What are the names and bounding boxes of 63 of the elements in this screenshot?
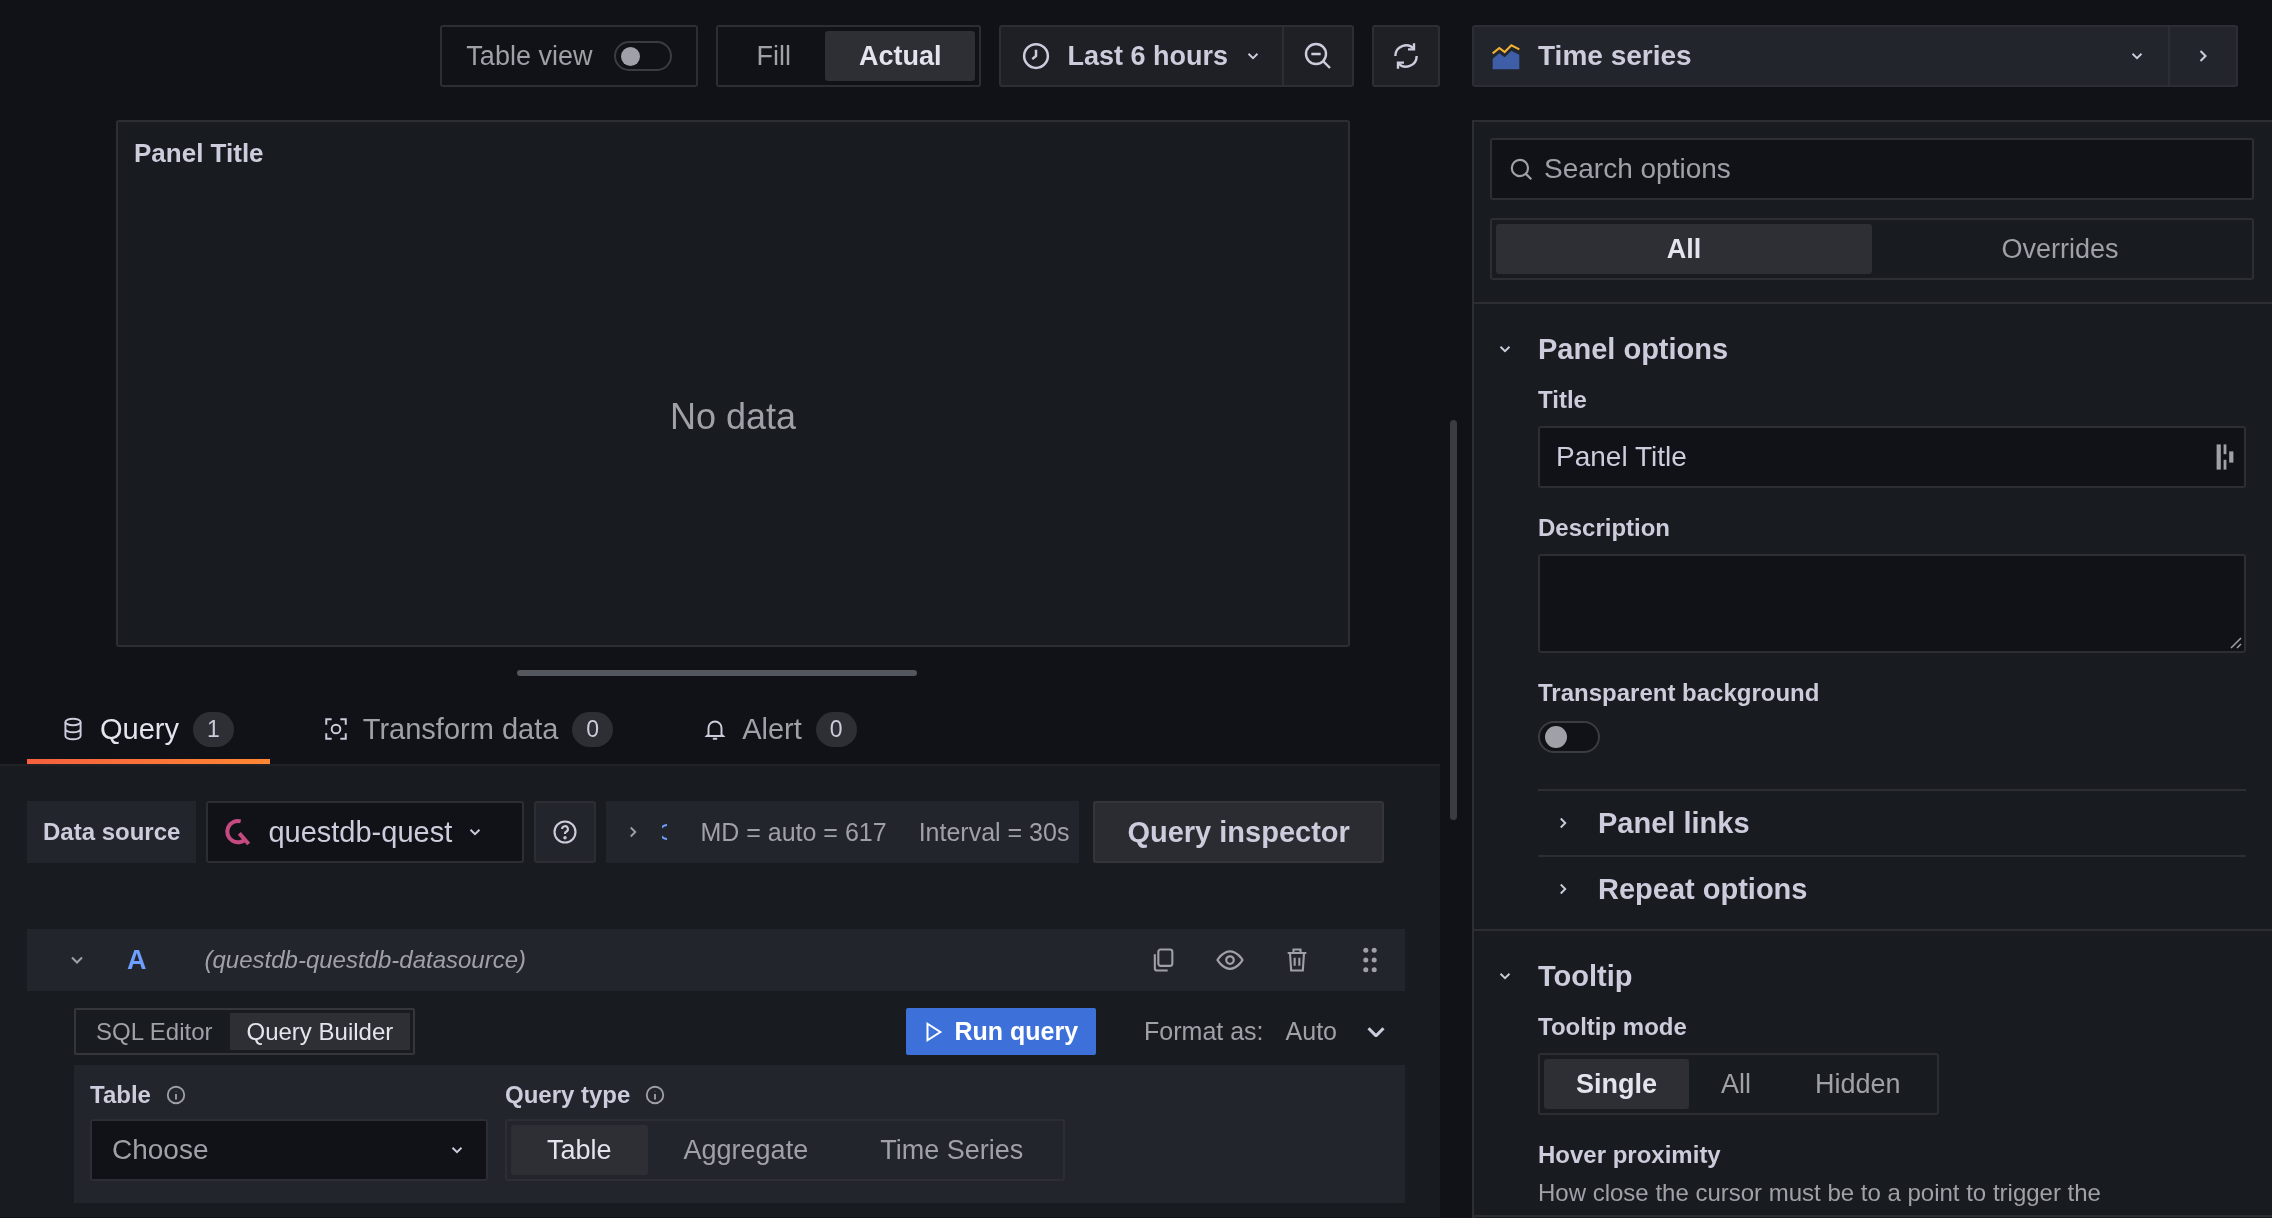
count-badge: 1 [193, 711, 234, 747]
section-header[interactable]: Tooltip [1474, 931, 1633, 995]
toggle-switch[interactable] [1538, 721, 1600, 753]
query-type-label: Query type [505, 1081, 631, 1109]
info-icon[interactable] [644, 1084, 667, 1106]
query-options-bar[interactable]: MD = auto = 617 Interval = 30s [606, 801, 1080, 863]
table-view-toggle[interactable] [614, 41, 673, 71]
data-source-label: Data source [27, 801, 197, 863]
table-view-label: Table view [466, 40, 593, 72]
datasource-name: (questdb-questdb-datasource) [204, 946, 527, 974]
count-badge: 0 [815, 711, 857, 747]
search-icon [1508, 156, 1534, 182]
query-type-option[interactable]: Aggregate [647, 1125, 845, 1175]
field-label: Transparent background [1538, 679, 1821, 707]
data-source-select[interactable]: questdb-quest [206, 801, 525, 863]
fit-mode-button[interactable]: Fill [722, 31, 825, 81]
subsection-header[interactable]: Repeat options [1538, 855, 2246, 921]
field-label: Hover proximity [1538, 1141, 1722, 1169]
options-tab[interactable]: All [1496, 224, 1872, 274]
variable-icon[interactable] [2216, 443, 2234, 471]
field-description: How close the cursor must be to a point to trigger the [1538, 1179, 2102, 1207]
transform-icon [322, 716, 349, 742]
clock-icon [1021, 41, 1052, 71]
info-icon[interactable] [164, 1084, 187, 1106]
query-inspector-button[interactable]: Query inspector [1093, 801, 1384, 863]
radio-option[interactable]: All [1689, 1059, 1784, 1109]
radio-option[interactable]: Hidden [1783, 1059, 1933, 1109]
radio-option[interactable]: Single [1544, 1059, 1689, 1109]
drag-handle-icon[interactable] [1361, 946, 1379, 974]
search-field[interactable]: Search options [1490, 138, 2254, 200]
run-query-button[interactable]: Run query [906, 1008, 1097, 1055]
format-label: Format as: [1144, 1017, 1264, 1046]
count-badge: 0 [572, 711, 614, 747]
table-label: Table [90, 1081, 151, 1109]
editor-mode-button[interactable]: SQL Editor [79, 1013, 230, 1050]
resize-handle[interactable] [517, 670, 917, 676]
editor-mode-button[interactable]: Query Builder [229, 1013, 411, 1050]
arc-icon [662, 824, 669, 840]
refresh-button[interactable] [1372, 25, 1440, 87]
query-option-text: Interval = 30s [918, 817, 1070, 847]
chevron-down-icon [1367, 1026, 1385, 1037]
field-label: Tooltip mode [1538, 1013, 1688, 1041]
editor-tab[interactable]: Transform data 0 [289, 699, 650, 764]
resize-grip-icon[interactable] [2228, 635, 2242, 649]
title-input[interactable]: Panel Title [1538, 426, 2246, 488]
field-label: Description [1538, 514, 1672, 542]
options-tab[interactable]: Overrides [1872, 224, 2248, 274]
scrollbar[interactable] [1450, 420, 1457, 820]
subsection-header[interactable]: Panel links [1538, 789, 2246, 855]
query-ref-label: A [127, 944, 147, 976]
query-type-option[interactable]: Time Series [844, 1125, 1060, 1175]
section-header[interactable]: Panel options [1474, 304, 1729, 368]
description-input[interactable] [1538, 554, 2246, 653]
help-button[interactable] [534, 801, 597, 863]
table-select[interactable]: Choose [90, 1119, 488, 1181]
no-data-message: No data [668, 395, 798, 439]
field-label: Title [1538, 386, 1588, 414]
query-option-text: MD = auto = 617 [700, 817, 887, 847]
editor-tab[interactable]: Alert 0 [669, 699, 893, 764]
panel-title: Panel Title [133, 137, 265, 169]
query-type-option[interactable]: Table [511, 1125, 648, 1175]
fit-mode-button[interactable]: Actual [824, 31, 976, 81]
format-select[interactable]: Auto [1285, 1017, 1385, 1046]
